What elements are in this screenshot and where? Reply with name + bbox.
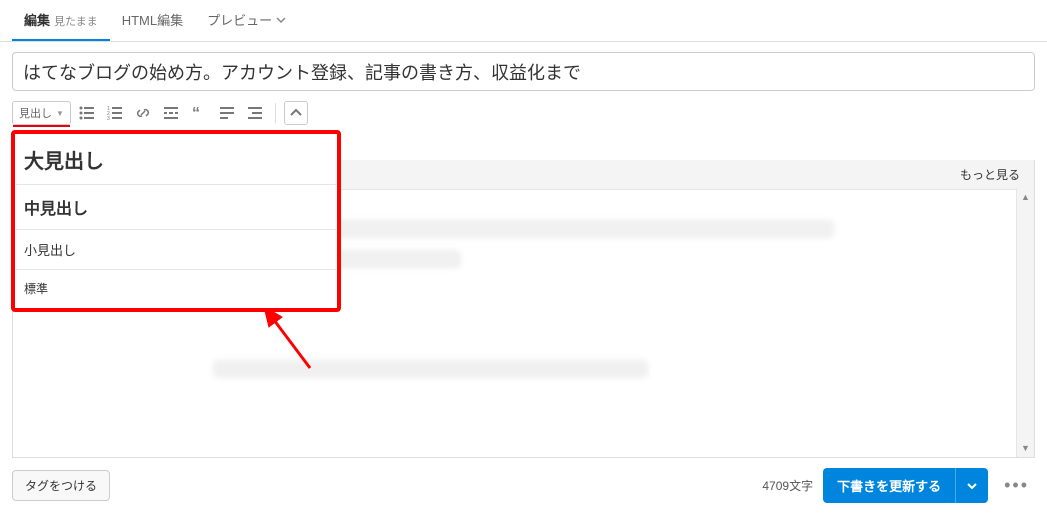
chevron-up-icon (288, 105, 304, 121)
tab-edit-label: 編集 (24, 10, 50, 29)
tab-html-label: HTML編集 (122, 10, 183, 29)
chevron-down-icon (276, 15, 286, 25)
editor-tabs: 編集 見たまま HTML編集 プレビュー (0, 0, 1047, 42)
footer: タグをつける 4709文字 下書きを更新する ••• (0, 458, 1047, 513)
unordered-list-button[interactable] (75, 101, 99, 125)
scroll-down-button[interactable]: ▼ (1017, 439, 1034, 457)
svg-text:3: 3 (107, 116, 110, 121)
heading-option-h2[interactable]: 中見出し (16, 185, 336, 230)
scroll-up-button[interactable]: ▲ (1017, 188, 1034, 206)
heading-dropdown-annotation: 大見出し 中見出し 小見出し 標準 (11, 130, 341, 312)
scrollbar[interactable]: ▲ ▼ (1016, 188, 1034, 457)
indent-button[interactable] (243, 101, 267, 125)
ordered-list-icon: 123 (107, 105, 123, 121)
heading-select[interactable]: 見出し ▼ (12, 101, 71, 125)
indent-icon (247, 105, 263, 121)
annotation-underline (13, 125, 70, 127)
more-options-button[interactable]: ••• (998, 475, 1035, 496)
heading-option-normal[interactable]: 標準 (16, 270, 336, 307)
title-input[interactable] (12, 52, 1035, 91)
unordered-list-icon (79, 105, 95, 121)
outdent-button[interactable] (215, 101, 239, 125)
char-count: 4709文字 (762, 477, 813, 494)
ordered-list-button[interactable]: 123 (103, 101, 127, 125)
update-draft-dropdown[interactable] (956, 468, 988, 503)
chevron-down-icon (966, 480, 978, 492)
tab-preview[interactable]: プレビュー (195, 0, 298, 41)
heading-option-h1[interactable]: 大見出し (16, 135, 336, 185)
outdent-icon (219, 105, 235, 121)
heading-option-h3[interactable]: 小見出し (16, 230, 336, 270)
quote-icon: “ (191, 105, 207, 121)
link-button[interactable] (131, 101, 155, 125)
more-link[interactable]: もっと見る (960, 168, 1020, 182)
tab-html[interactable]: HTML編集 (110, 0, 195, 41)
collapse-toolbar-button[interactable] (284, 101, 308, 125)
quote-button[interactable]: “ (187, 101, 211, 125)
heading-select-label: 見出し (19, 105, 52, 121)
link-icon (135, 105, 151, 121)
toolbar: 見出し ▼ 123 “ (0, 101, 1047, 131)
tab-edit[interactable]: 編集 見たまま (12, 0, 110, 41)
readmore-button[interactable] (159, 101, 183, 125)
tab-preview-label: プレビュー (207, 10, 272, 29)
annotation-red-box: 大見出し 中見出し 小見出し 標準 (11, 130, 341, 312)
toolbar-divider (275, 103, 276, 123)
svg-text:“: “ (192, 105, 200, 121)
caret-down-icon: ▼ (56, 109, 64, 118)
tag-button[interactable]: タグをつける (12, 470, 110, 501)
tab-edit-sublabel: 見たまま (54, 13, 98, 29)
readmore-icon (163, 105, 179, 121)
title-row (0, 42, 1047, 101)
update-draft-button[interactable]: 下書きを更新する (823, 468, 956, 503)
heading-dropdown: 大見出し 中見出し 小見出し 標準 (16, 135, 336, 307)
